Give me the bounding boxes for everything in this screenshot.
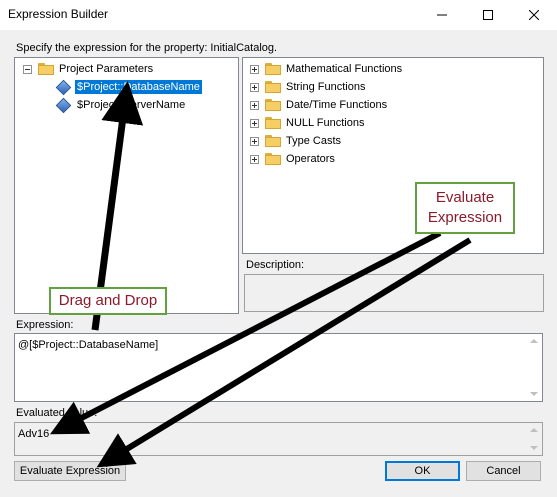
drag-drop-callout: Drag and Drop: [49, 287, 167, 315]
evaluate-callout-line1: Evaluate: [435, 189, 495, 206]
evaluate-to-value-arrow: [50, 230, 442, 435]
drag-drop-callout-text: Drag and Drop: [58, 292, 158, 309]
annotation-arrows: [50, 81, 472, 468]
evaluate-callout-line2: Expression: [427, 209, 503, 226]
evaluate-expression-callout: Evaluate Expression: [415, 182, 515, 234]
evaluate-to-button-arrow: [96, 237, 472, 468]
